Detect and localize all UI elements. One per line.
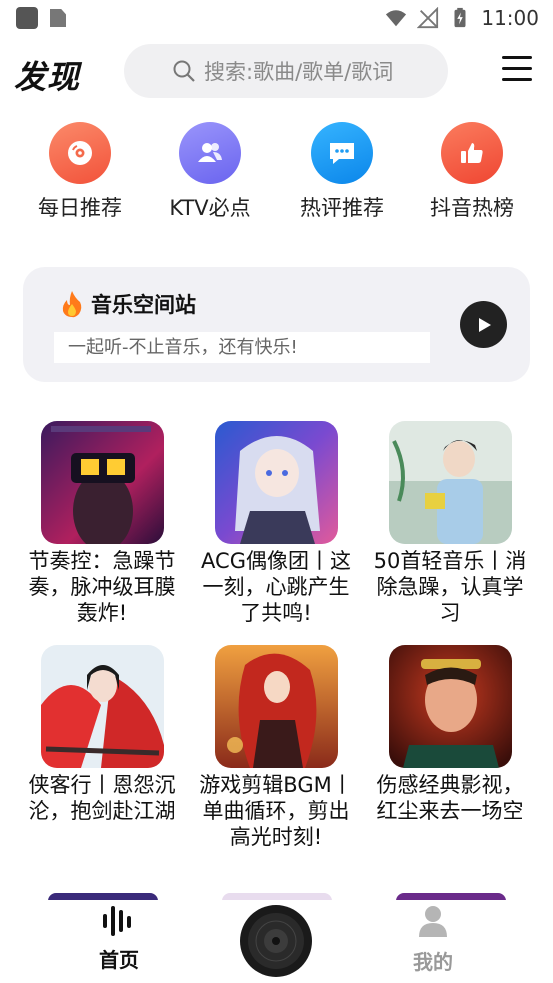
playlist-cover <box>388 421 512 544</box>
sound-wave-icon <box>103 906 131 936</box>
playlist-card[interactable]: 游戏剪辑BGM丨单曲循环，剪出高光时刻! <box>191 645 361 850</box>
wifi-icon <box>386 10 407 27</box>
playlist-title: 伤感经典影视，红尘来去一场空 <box>376 773 524 823</box>
playlist-title: 游戏剪辑BGM丨单曲循环，剪出高光时刻! <box>199 773 353 849</box>
playlist-cover <box>214 421 338 544</box>
comment-icon <box>330 143 354 164</box>
app-notification-icon <box>16 7 38 29</box>
playlist-cover <box>40 421 164 544</box>
quick-nav-label: 热评推荐 <box>300 196 384 220</box>
playlist-title: 侠客行丨恩怨沉沦，抱剑赴江湖 <box>28 773 176 823</box>
clock: 11:00 <box>481 6 539 30</box>
nav-home-label: 首页 <box>99 948 139 972</box>
quick-nav-label: KTV必点 <box>169 196 251 220</box>
playlist-cover <box>214 645 338 768</box>
playlist-title: 50首轻音乐丨消除急躁，认真学习 <box>373 549 527 625</box>
thumbs-up-icon <box>461 143 483 163</box>
playlist-card[interactable]: ACG偶像团丨这一刻，心跳产生了共鸣! <box>191 421 361 626</box>
playlist-card[interactable]: 50首轻音乐丨消除急躁，认真学习 <box>365 421 535 626</box>
music-station-card[interactable]: 音乐空间站 一起听-不止音乐，还有快乐! <box>23 267 530 382</box>
users-icon <box>198 143 222 162</box>
quick-nav-ktv[interactable]: KTV必点 <box>150 122 270 222</box>
nav-home[interactable]: 首页 <box>74 904 164 973</box>
play-icon <box>478 317 491 332</box>
header: 发现 搜索:歌曲/歌单/歌词 <box>0 42 553 102</box>
now-playing-disc[interactable] <box>240 905 312 977</box>
search-input[interactable]: 搜索:歌曲/歌单/歌词 <box>124 44 448 98</box>
nav-mine-label: 我的 <box>413 950 453 974</box>
playlist-card[interactable]: 伤感经典影视，红尘来去一场空 <box>365 645 535 824</box>
menu-icon[interactable] <box>502 56 532 84</box>
vinyl-icon <box>248 913 304 969</box>
disc-icon <box>68 141 92 165</box>
play-button[interactable] <box>460 301 507 348</box>
sim-card-icon <box>50 9 66 27</box>
station-title: 音乐空间站 <box>91 293 196 317</box>
battery-charging-icon <box>454 7 466 28</box>
quick-nav-label: 每日推荐 <box>38 196 122 220</box>
nav-mine[interactable]: 我的 <box>388 904 478 975</box>
playlist-title: 节奏控：急躁节奏，脉冲级耳膜轰炸! <box>28 549 176 625</box>
fire-icon <box>62 291 82 318</box>
user-icon <box>419 906 447 937</box>
playlist-title: ACG偶像团丨这一刻，心跳产生了共鸣! <box>201 549 351 625</box>
station-subtitle: 一起听-不止音乐，还有快乐! <box>54 332 430 363</box>
playlist-card[interactable]: 侠客行丨恩怨沉沦，抱剑赴江湖 <box>17 645 187 824</box>
quick-nav: 每日推荐 KTV必点 热评推荐 抖音热榜 <box>0 122 553 222</box>
playlist-cover <box>388 645 512 768</box>
no-signal-icon <box>417 7 439 29</box>
bottom-nav: 首页 我的 <box>0 900 553 983</box>
page-title: 发现 <box>14 58 81 96</box>
search-icon <box>173 60 195 82</box>
quick-nav-douyin[interactable]: 抖音热榜 <box>412 122 532 222</box>
quick-nav-daily[interactable]: 每日推荐 <box>20 122 140 222</box>
playlist-card[interactable]: 节奏控：急躁节奏，脉冲级耳膜轰炸! <box>17 421 187 626</box>
status-bar: 11:00 <box>0 0 553 38</box>
search-placeholder: 搜索:歌曲/歌单/歌词 <box>204 60 394 84</box>
quick-nav-comments[interactable]: 热评推荐 <box>282 122 402 222</box>
playlist-cover <box>40 645 164 768</box>
quick-nav-label: 抖音热榜 <box>430 196 514 220</box>
